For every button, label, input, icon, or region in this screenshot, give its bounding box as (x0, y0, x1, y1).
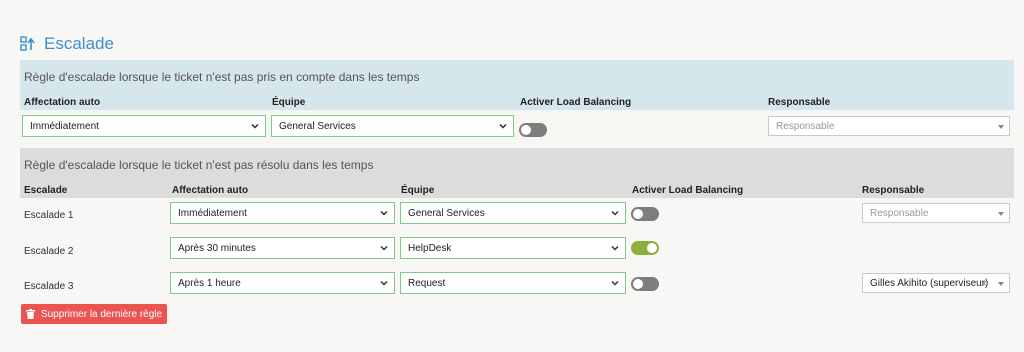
header-load-balancing: Activer Load Balancing (520, 97, 632, 108)
escalade-3-load-balancing-toggle[interactable] (631, 277, 659, 291)
header-load-balancing: Activer Load Balancing (632, 185, 744, 196)
section-not-handled-header: Règle d'escalade lorsque le ticket n'est… (20, 60, 1014, 110)
escalade-3-affectation-value: Après 1 heure (178, 277, 241, 289)
escalade-1-responsable-placeholder: Responsable (870, 207, 929, 219)
escalade-3-equipe-select[interactable]: Request (400, 272, 626, 294)
responsable-placeholder: Responsable (776, 120, 835, 132)
page-title-text: Escalade (44, 34, 114, 53)
header-responsable: Responsable (768, 97, 831, 108)
escalade-3-responsable-select[interactable]: Gilles Akihito (superviseur) × (862, 273, 1010, 293)
escalation-icon (20, 36, 35, 51)
load-balancing-toggle[interactable] (519, 123, 547, 137)
escalade-1-load-balancing-toggle[interactable] (631, 207, 659, 221)
escalade-2-equipe-select[interactable]: HelpDesk (400, 237, 626, 259)
chevron-down-icon (998, 125, 1004, 129)
escalade-1-equipe-select[interactable]: General Services (400, 202, 626, 224)
equipe-select[interactable]: General Services (271, 115, 514, 137)
chevron-down-icon (611, 210, 619, 216)
escalade-1-affectation-select[interactable]: Immédiatement (170, 202, 395, 224)
responsable-select[interactable]: Responsable (768, 116, 1010, 136)
affectation-select[interactable]: Immédiatement (22, 115, 266, 137)
header-responsable: Responsable (862, 185, 925, 196)
section-not-handled-subtitle: Règle d'escalade lorsque le ticket n'est… (24, 70, 420, 84)
page-title: Escalade (20, 33, 114, 55)
escalade-2-label: Escalade 2 (24, 246, 74, 257)
escalade-1-responsable-select[interactable]: Responsable (862, 203, 1010, 223)
escalade-1-affectation-value: Immédiatement (178, 207, 247, 219)
escalade-3-equipe-value: Request (408, 277, 446, 289)
header-escalade: Escalade (24, 185, 68, 196)
escalade-2-affectation-value: Après 30 minutes (178, 242, 256, 254)
chevron-down-icon (380, 280, 388, 286)
clear-icon[interactable]: × (981, 278, 987, 290)
section-not-resolved-subtitle: Règle d'escalade lorsque le ticket n'est… (24, 158, 374, 172)
trash-icon (25, 309, 35, 319)
escalade-3-responsable-value: Gilles Akihito (superviseur) (870, 277, 989, 289)
chevron-down-icon (998, 212, 1004, 216)
chevron-down-icon (499, 123, 507, 129)
chevron-down-icon (611, 245, 619, 251)
affectation-value: Immédiatement (30, 120, 99, 132)
escalade-2-affectation-select[interactable]: Après 30 minutes (170, 237, 395, 259)
delete-last-rule-label: Supprimer la dernière règle (40, 308, 163, 320)
header-affectation: Affectation auto (24, 97, 101, 108)
chevron-down-icon (380, 210, 388, 216)
chevron-down-icon (380, 245, 388, 251)
escalade-2-load-balancing-toggle[interactable] (631, 241, 659, 255)
escalade-2-equipe-value: HelpDesk (408, 242, 452, 254)
header-affectation: Affectation auto (172, 185, 249, 196)
escalade-1-equipe-value: General Services (408, 207, 485, 219)
header-equipe: Équipe (401, 185, 435, 196)
chevron-down-icon (998, 282, 1004, 286)
chevron-down-icon (251, 123, 259, 129)
delete-last-rule-button[interactable]: Supprimer la dernière règle (21, 304, 167, 324)
header-equipe: Équipe (272, 97, 306, 108)
equipe-value: General Services (279, 120, 356, 132)
escalade-3-label: Escalade 3 (24, 281, 74, 292)
escalade-1-label: Escalade 1 (24, 210, 74, 221)
chevron-down-icon (611, 280, 619, 286)
escalade-3-affectation-select[interactable]: Après 1 heure (170, 272, 395, 294)
